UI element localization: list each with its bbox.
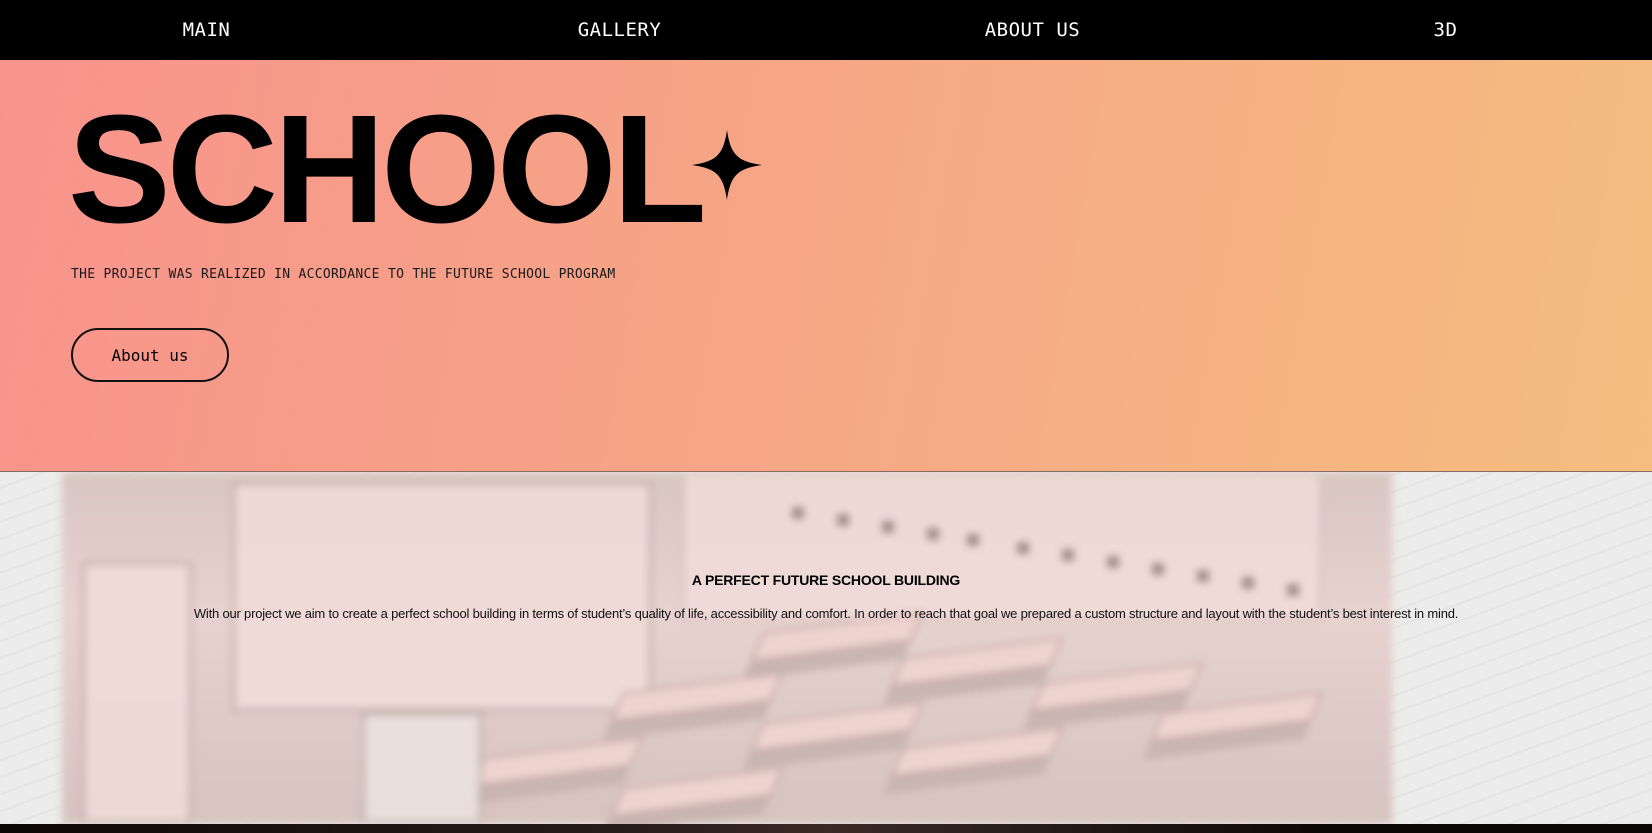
bottom-bar (0, 824, 1652, 833)
about-us-button[interactable]: About us (71, 328, 229, 382)
intro-text-block: A PERFECT FUTURE SCHOOL BUILDING With ou… (0, 572, 1652, 621)
nav-item-about-us[interactable]: ABOUT US (826, 19, 1239, 41)
nav-item-main[interactable]: MAIN (0, 19, 413, 41)
hero-section: SCHOOL THE PROJECT WAS REALIZED IN ACCOR… (0, 60, 1652, 472)
classroom-image-section (0, 472, 1652, 824)
classroom-render-image (62, 472, 1392, 824)
section-heading: A PERFECT FUTURE SCHOOL BUILDING (691, 572, 961, 588)
section-description: With our project we aim to create a perf… (193, 606, 1459, 621)
nav-item-gallery[interactable]: GALLERY (413, 19, 826, 41)
hero-subtitle: THE PROJECT WAS REALIZED IN ACCORDANCE T… (71, 267, 616, 282)
hero-title: SCHOOL (68, 83, 707, 255)
nav-item-3d[interactable]: 3D (1239, 19, 1652, 41)
sparkle-icon (692, 130, 762, 200)
top-navigation: MAIN GALLERY ABOUT US 3D (0, 0, 1652, 60)
